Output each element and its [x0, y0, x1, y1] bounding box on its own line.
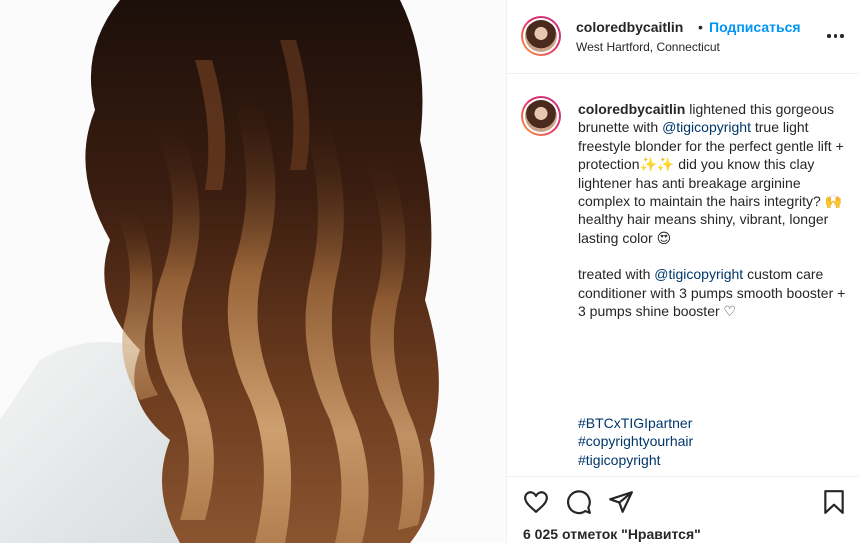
caption-username[interactable]: coloredbycaitlin: [578, 101, 685, 117]
like-count[interactable]: 6 025 отметок "Нравится": [523, 526, 705, 542]
hashtag-list: #BTCxTIGIpartner #copyrightyourhair #tig…: [578, 414, 850, 469]
post-header: coloredbycaitlin • Подписаться West Hart…: [507, 0, 859, 74]
heart-outline-emoji: ♡: [723, 303, 737, 320]
raised-hands-emoji: 🙌: [824, 193, 843, 210]
like-count-number: 6 025: [523, 526, 559, 542]
post-location[interactable]: West Hartford, Connecticut: [576, 40, 720, 54]
post-side-panel: coloredbycaitlin • Подписаться West Hart…: [506, 0, 859, 543]
follow-button[interactable]: Подписаться: [709, 19, 801, 35]
comment-icon[interactable]: [566, 489, 592, 515]
bookmark-icon[interactable]: [821, 489, 847, 515]
hashtag-link[interactable]: #tigicopyright: [578, 451, 850, 469]
action-bar: 6 025 отметок "Нравится": [507, 476, 859, 543]
more-icon[interactable]: [827, 28, 847, 44]
hashtag-link[interactable]: #BTCxTIGIpartner: [578, 414, 850, 432]
heart-eyes-emoji: 😍: [656, 229, 672, 246]
caption-text: coloredbycaitlin lightened this gorgeous…: [578, 100, 850, 320]
post-username[interactable]: coloredbycaitlin: [576, 19, 683, 35]
mention-link[interactable]: @tigicopyright: [654, 266, 743, 282]
avatar[interactable]: [521, 16, 561, 56]
hair-photo-image: [0, 0, 506, 543]
post-photo[interactable]: [0, 0, 506, 543]
caption-text-part: treated with: [578, 266, 651, 283]
caption-avatar[interactable]: [521, 96, 561, 136]
mention-link[interactable]: @tigicopyright: [662, 119, 751, 135]
caption-text-part: healthy hair means shiny, vibrant, longe…: [578, 211, 829, 246]
heart-icon[interactable]: [523, 489, 549, 515]
separator-dot: •: [698, 19, 703, 35]
sparkles-emoji: ✨✨: [639, 156, 675, 173]
hashtag-link[interactable]: #copyrightyourhair: [578, 432, 850, 450]
like-count-label: отметок "Нравится": [562, 526, 701, 542]
share-icon[interactable]: [608, 489, 634, 515]
